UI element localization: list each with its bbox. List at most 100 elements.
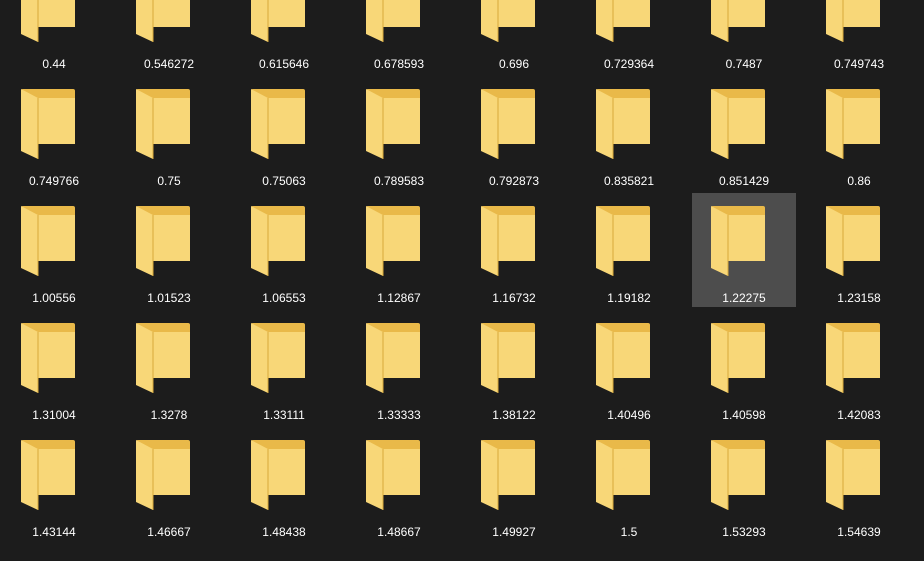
folder-item[interactable]: 1.5 [577,427,681,541]
folder-icon [826,440,880,510]
folder-name-label: 1.31004 [32,408,76,422]
folder-item[interactable]: 0.749766 [2,76,106,190]
folder-icon [366,323,420,393]
folder-item[interactable]: 1.40496 [577,310,681,424]
folder-item[interactable]: 1.00556 [2,193,106,307]
folder-name-label: 0.851429 [718,174,770,188]
folder-row: 1.43144 1.46667 1.48438 1.48667 1.49927 1.5 1.… [0,427,924,544]
folder-name-label: 0.546272 [143,57,195,71]
folder-name-label: 1.00556 [32,291,76,305]
folder-item[interactable]: 0.696 [462,0,566,73]
folder-name-label: 0.7487 [725,57,763,71]
folder-icon [21,89,75,159]
folder-icon [826,323,880,393]
folder-icon [21,206,75,276]
folder-name-label: 1.22275 [722,291,766,305]
folder-item[interactable]: 1.19182 [577,193,681,307]
folder-item[interactable]: 1.42083 [807,310,911,424]
folder-name-label: 1.12867 [377,291,421,305]
folder-name-label: 1.19182 [607,291,651,305]
folder-name-label: 0.678593 [373,57,425,71]
folder-item[interactable]: 1.16732 [462,193,566,307]
folder-item[interactable]: 0.615646 [232,0,336,73]
folder-item[interactable]: 0.75 [117,76,221,190]
folder-name-label: 1.33111 [263,408,305,422]
folder-item[interactable]: 0.7487 [692,0,796,73]
folder-name-label: 0.44 [42,57,66,71]
folder-icon [251,0,305,42]
folder-icon [366,206,420,276]
folder-icon [136,0,190,42]
folder-item[interactable]: 1.49927 [462,427,566,541]
folder-item[interactable]: 1.01523 [117,193,221,307]
folder-item[interactable]: 0.678593 [347,0,451,73]
folder-item[interactable]: 1.31004 [2,310,106,424]
folder-name-label: 0.75063 [262,174,306,188]
folder-icon [136,440,190,510]
folder-item[interactable]: 1.48438 [232,427,336,541]
folder-item[interactable]: 0.729364 [577,0,681,73]
folder-name-label: 0.729364 [603,57,655,71]
folder-icon [481,323,535,393]
folder-row: 0.749766 0.75 0.75063 0.789583 0.792873 0.835… [0,76,924,193]
folder-icon [136,323,190,393]
folder-item[interactable]: 0.792873 [462,76,566,190]
folder-row: 0.44 0.546272 0.615646 0.678593 0.696 0.72936… [0,0,924,76]
folder-item[interactable]: 1.40598 [692,310,796,424]
folder-item[interactable]: 0.44 [2,0,106,73]
folder-item[interactable]: 0.546272 [117,0,221,73]
folder-name-label: 1.43144 [32,525,76,539]
folder-name-label: 0.615646 [258,57,310,71]
folder-grid-view: 0.44 0.546272 0.615646 0.678593 0.696 0.72936… [0,0,924,561]
folder-item[interactable]: 1.53293 [692,427,796,541]
folder-item[interactable]: 1.33333 [347,310,451,424]
folder-item[interactable]: 0.835821 [577,76,681,190]
folder-row: 1.31004 1.3278 1.33111 1.33333 1.38122 1.4049… [0,310,924,427]
folder-item[interactable]: 1.46667 [117,427,221,541]
folder-icon [711,323,765,393]
folder-icon [596,206,650,276]
folder-item[interactable]: 1.22275 [692,193,796,307]
folder-name-label: 1.48438 [262,525,306,539]
folder-item[interactable]: 0.789583 [347,76,451,190]
folder-item[interactable]: 1.38122 [462,310,566,424]
folder-item[interactable]: 1.23158 [807,193,911,307]
folder-item[interactable]: 0.75063 [232,76,336,190]
folder-icon [21,440,75,510]
folder-name-label: 0.86 [847,174,871,188]
folder-item[interactable]: 0.86 [807,76,911,190]
folder-name-label: 1.16732 [492,291,536,305]
folder-icon [826,89,880,159]
folder-name-label: 1.42083 [837,408,881,422]
folder-icon [366,440,420,510]
folder-icon [136,206,190,276]
folder-item[interactable]: 1.12867 [347,193,451,307]
folder-icon [251,323,305,393]
folder-name-label: 1.40496 [607,408,651,422]
folder-icon [366,0,420,42]
folder-icon [826,206,880,276]
folder-item[interactable]: 1.06553 [232,193,336,307]
folder-name-label: 1.06553 [262,291,306,305]
folder-icon [366,89,420,159]
folder-icon [826,0,880,42]
folder-item[interactable]: 1.43144 [2,427,106,541]
folder-name-label: 0.75 [157,174,181,188]
folder-icon [596,323,650,393]
folder-icon [136,89,190,159]
folder-icon [481,89,535,159]
folder-icon [251,440,305,510]
folder-item[interactable]: 1.33111 [232,310,336,424]
folder-item[interactable]: 1.48667 [347,427,451,541]
folder-icon [481,0,535,42]
folder-icon [711,0,765,42]
folder-name-label: 1.5 [620,525,638,539]
folder-name-label: 0.696 [498,57,530,71]
folder-name-label: 1.53293 [722,525,766,539]
folder-item[interactable]: 1.3278 [117,310,221,424]
folder-item[interactable]: 0.851429 [692,76,796,190]
folder-name-label: 1.46667 [147,525,191,539]
folder-item[interactable]: 1.54639 [807,427,911,541]
folder-item[interactable]: 0.749743 [807,0,911,73]
folder-icon [251,206,305,276]
